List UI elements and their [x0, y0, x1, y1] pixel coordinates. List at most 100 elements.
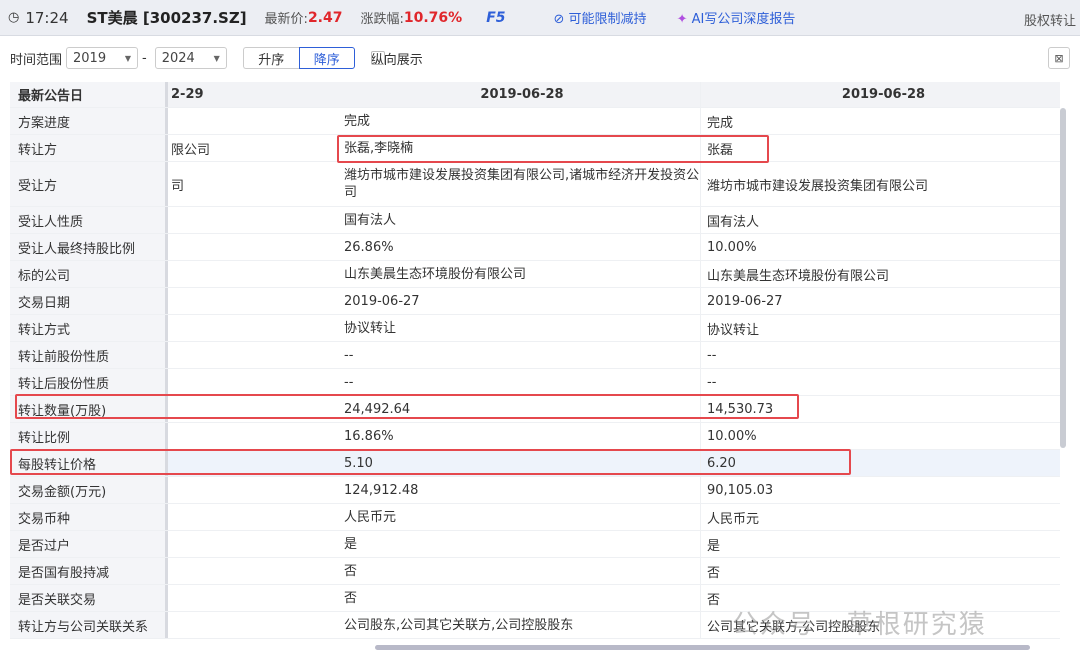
vertical-display-checkbox[interactable]: 纵向展示 [370, 49, 423, 68]
row-label: 是否过户 [10, 531, 168, 557]
row-label: 标的公司 [10, 261, 168, 287]
table-cell: -- [344, 347, 354, 363]
column-header: 2-29 [171, 87, 204, 102]
table-cell: 山东美晨生态环境股份有限公司 [344, 266, 527, 282]
table-cell: 国有法人 [344, 212, 397, 228]
highlight-box-price [10, 449, 851, 475]
checkbox-icon [370, 51, 385, 65]
table-cell: 16.86% [344, 428, 394, 444]
table-row: 交易金额(万元) 124,912.48 90,105.03 [10, 477, 1060, 504]
year-to-select[interactable]: 2024 ▼ [154, 47, 227, 69]
table-cell: 人民币元 [344, 509, 397, 525]
table-cell: 10.00% [700, 423, 1060, 449]
chevron-down-icon: ▼ [213, 53, 220, 63]
table-cell: 山东美晨生态环境股份有限公司 [700, 261, 1060, 287]
change-label: 涨跌幅: [360, 12, 404, 27]
row-label: 交易日期 [10, 288, 168, 314]
table-header: 最新公告日 2-29 2019-06-28 2019-06-28 [10, 82, 1060, 108]
row-label: 是否关联交易 [10, 585, 168, 611]
table-cell: 否 [344, 590, 358, 606]
price-value: 2.47 [307, 9, 343, 26]
horizontal-scrollbar[interactable] [375, 645, 1030, 650]
table-cell: 是 [700, 531, 1060, 557]
table-cell: -- [344, 374, 354, 390]
table-row: 转让比例 16.86% 10.00% [10, 423, 1060, 450]
row-label: 受让人性质 [10, 207, 168, 233]
change-value: 10.76% [403, 9, 463, 26]
table-cell: 司 [171, 178, 185, 194]
row-label: 转让方与公司关联关系 [10, 612, 168, 638]
ai-link-label: AI写公司深度报告 [691, 12, 796, 27]
year-from-select[interactable]: 2019 ▼ [66, 47, 139, 69]
row-label: 交易币种 [10, 504, 168, 530]
table-cell: 国有法人 [700, 207, 1060, 233]
watermark: 公众号 · 草根研究猿 [732, 610, 987, 640]
table-cell: 26.86% [344, 239, 394, 255]
table-row: 受让方司 潍坊市城市建设发展投资集团有限公司,诸城市经济开发投资公司 潍坊市城市建设… [10, 162, 1060, 207]
table-row: 转让前股份性质 -- -- [10, 342, 1060, 369]
vertical-scrollbar[interactable] [1060, 108, 1066, 448]
row-label: 方案进度 [10, 108, 168, 134]
table-cell: 124,912.48 [344, 482, 419, 498]
table-cell: 完成 [700, 108, 1060, 134]
price-label: 最新价: [264, 12, 308, 27]
table-cell: 否 [344, 563, 358, 579]
table-row: 交易币种 人民币元 人民币元 [10, 504, 1060, 531]
table-cell: 10.00% [700, 234, 1060, 260]
table-cell: 2019-06-27 [344, 293, 420, 309]
row-label: 交易金额(万元) [10, 477, 168, 503]
table-cell: 潍坊市城市建设发展投资集团有限公司,诸城市经济开发投资公司 [344, 168, 700, 200]
sparkle-icon: ✦ [676, 12, 688, 27]
row-label: 受让方 [10, 162, 168, 206]
sort-desc-button[interactable]: 降序 [298, 47, 355, 69]
range-dash: - [142, 50, 147, 66]
clock-icon: ◷ [8, 10, 20, 25]
column-header: 最新公告日 [10, 82, 168, 107]
column-header: 2019-06-28 [480, 87, 564, 102]
limit-icon: ⊘ [553, 12, 565, 27]
limit-link-label: 可能限制减持 [568, 12, 647, 27]
table-row: 标的公司 山东美晨生态环境股份有限公司 山东美晨生态环境股份有限公司 [10, 261, 1060, 288]
table-cell: 2019-06-27 [700, 288, 1060, 314]
sort-asc-button[interactable]: 升序 [242, 47, 299, 69]
table-row: 是否国有股持减 否 否 [10, 558, 1060, 585]
filter-toolbar: 时间范围 2019 ▼ - 2024 ▼ 升序 降序 纵向展示 [0, 36, 1080, 80]
export-excel-button[interactable]: ⊠ [1048, 47, 1070, 69]
stock-name: ST美晨 [300237.SZ] [86, 9, 247, 27]
range-label: 时间范围 [10, 52, 63, 68]
table-cell: 完成 [344, 113, 371, 129]
excel-icon: ⊠ [1054, 51, 1064, 65]
table-cell: 潍坊市城市建设发展投资集团有限公司 [700, 162, 1060, 206]
row-label: 转让方式 [10, 315, 168, 341]
highlight-box-transferor [337, 135, 769, 163]
ai-report-link[interactable]: ✦ AI写公司深度报告 [677, 8, 796, 27]
table-cell: 否 [700, 558, 1060, 584]
limit-reduction-link[interactable]: ⊘ 可能限制减持 [554, 8, 647, 27]
stock-header-bar: ◷ 17:24 ST美晨 [300237.SZ] 最新价: 2.47 涨跌幅: 10… [0, 0, 1080, 36]
table-row: 受让人性质 国有法人 国有法人 [10, 207, 1060, 234]
table-cell: 协议转让 [700, 315, 1060, 341]
row-label: 是否国有股持减 [10, 558, 168, 584]
row-label: 转让前股份性质 [10, 342, 168, 368]
page-title: 股权转让 [1023, 14, 1076, 29]
highlight-box-quantity [15, 394, 799, 419]
table-row: 是否过户 是 是 [10, 531, 1060, 558]
table-row: 转让后股份性质 -- -- [10, 369, 1060, 396]
column-header: 2019-06-28 [700, 82, 1060, 107]
table-cell: -- [700, 342, 1060, 368]
table-cell: 协议转让 [344, 320, 397, 336]
table-cell: 公司股东,公司其它关联方,公司控股股东 [344, 617, 574, 633]
table-cell: 90,105.03 [700, 477, 1060, 503]
table-cell: -- [700, 369, 1060, 395]
row-label: 转让比例 [10, 423, 168, 449]
chevron-down-icon: ▼ [124, 53, 132, 63]
year-to-value: 2024 [161, 50, 195, 66]
table-cell: 人民币元 [700, 504, 1060, 530]
table-row: 交易日期 2019-06-27 2019-06-27 [10, 288, 1060, 315]
equity-transfer-table: 最新公告日 2-29 2019-06-28 2019-06-28 方案进度 完成 完成转让方… [10, 82, 1060, 639]
table-row: 转让方式 协议转让 协议转让 [10, 315, 1060, 342]
table-row: 受让人最终持股比例 26.86% 10.00% [10, 234, 1060, 261]
f5-button[interactable]: F5 [486, 10, 505, 26]
row-label: 转让方 [10, 135, 168, 161]
row-label: 转让后股份性质 [10, 369, 168, 395]
